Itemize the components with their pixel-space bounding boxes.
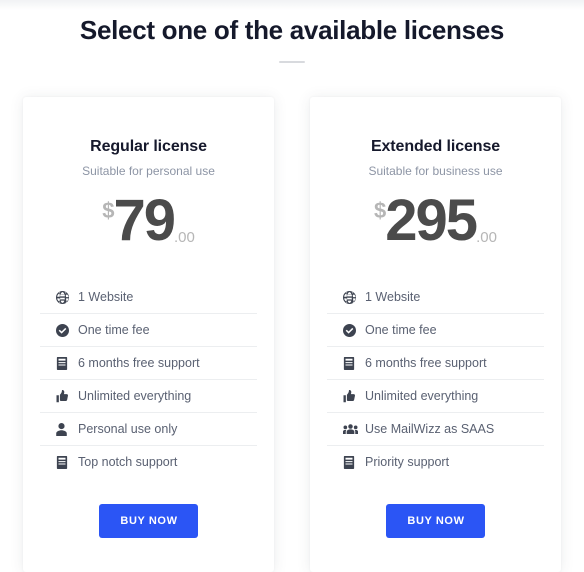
list-item: 1 Website xyxy=(40,281,257,314)
list-item: 6 months free support xyxy=(327,347,544,380)
feature-label: 1 Website xyxy=(365,290,421,304)
price-currency: $ xyxy=(102,198,114,223)
list-item: Use MailWizz as SAAS xyxy=(327,413,544,446)
buy-now-button[interactable]: BUY NOW xyxy=(99,504,198,538)
feature-label: 6 months free support xyxy=(78,356,200,370)
list-item: Top notch support xyxy=(40,446,257,478)
feature-label: 1 Website xyxy=(78,290,134,304)
pricing-cards-container: Regular license Suitable for personal us… xyxy=(23,97,561,572)
buy-button-container: BUY NOW xyxy=(23,504,274,538)
feature-label: One time fee xyxy=(78,323,150,337)
book-icon xyxy=(56,355,73,371)
book-icon xyxy=(343,454,360,470)
check-circle-icon xyxy=(56,322,73,338)
card-subtitle: Suitable for personal use xyxy=(82,164,215,178)
heading-divider xyxy=(279,61,305,63)
buy-button-container: BUY NOW xyxy=(310,504,561,538)
feature-label: Personal use only xyxy=(78,422,178,436)
pricing-page: Select one of the available licenses Reg… xyxy=(0,0,584,572)
page-title: Select one of the available licenses xyxy=(79,15,505,45)
feature-list: 1 Website One time fee 6 months free sup… xyxy=(310,281,561,478)
globe-icon xyxy=(343,289,360,305)
list-item: 1 Website xyxy=(327,281,544,314)
price-block: $79.00 xyxy=(23,192,274,250)
feature-label: Unlimited everything xyxy=(365,389,479,403)
price-currency: $ xyxy=(374,198,386,223)
price-amount: 295 xyxy=(385,188,478,253)
card-title: Extended license xyxy=(370,138,501,155)
list-item: Unlimited everything xyxy=(40,380,257,413)
globe-icon xyxy=(56,289,73,305)
price-amount: 79 xyxy=(113,188,175,253)
top-gradient-strip xyxy=(0,0,584,10)
card-title: Regular license xyxy=(90,138,207,155)
price-cents: .00 xyxy=(476,229,497,246)
user-icon xyxy=(56,421,73,437)
list-item: Unlimited everything xyxy=(327,380,544,413)
feature-label: Unlimited everything xyxy=(78,389,192,403)
feature-label: One time fee xyxy=(365,323,437,337)
price-block: $295.00 xyxy=(310,192,561,250)
users-icon xyxy=(343,421,360,437)
feature-label: 6 months free support xyxy=(365,356,487,370)
check-circle-icon xyxy=(343,322,360,338)
page-heading-section: Select one of the available licenses xyxy=(0,14,584,63)
book-icon xyxy=(343,355,360,371)
price-cents: .00 xyxy=(173,229,195,246)
pricing-card-regular[interactable]: Regular license Suitable for personal us… xyxy=(23,97,274,572)
feature-list: 1 Website One time fee 6 months free sup… xyxy=(23,281,274,478)
buy-now-button[interactable]: BUY NOW xyxy=(386,504,485,538)
feature-label: Priority support xyxy=(365,455,450,469)
list-item: Personal use only xyxy=(40,413,257,446)
pricing-card-extended[interactable]: Extended license Suitable for business u… xyxy=(310,97,561,572)
list-item: One time fee xyxy=(40,314,257,347)
book-icon xyxy=(56,454,73,470)
thumbs-up-icon xyxy=(56,388,73,404)
thumbs-up-icon xyxy=(343,388,360,404)
list-item: One time fee xyxy=(327,314,544,347)
list-item: 6 months free support xyxy=(40,347,257,380)
card-subtitle: Suitable for business use xyxy=(368,164,503,178)
feature-label: Top notch support xyxy=(78,455,178,469)
list-item: Priority support xyxy=(327,446,544,478)
feature-label: Use MailWizz as SAAS xyxy=(365,422,495,436)
